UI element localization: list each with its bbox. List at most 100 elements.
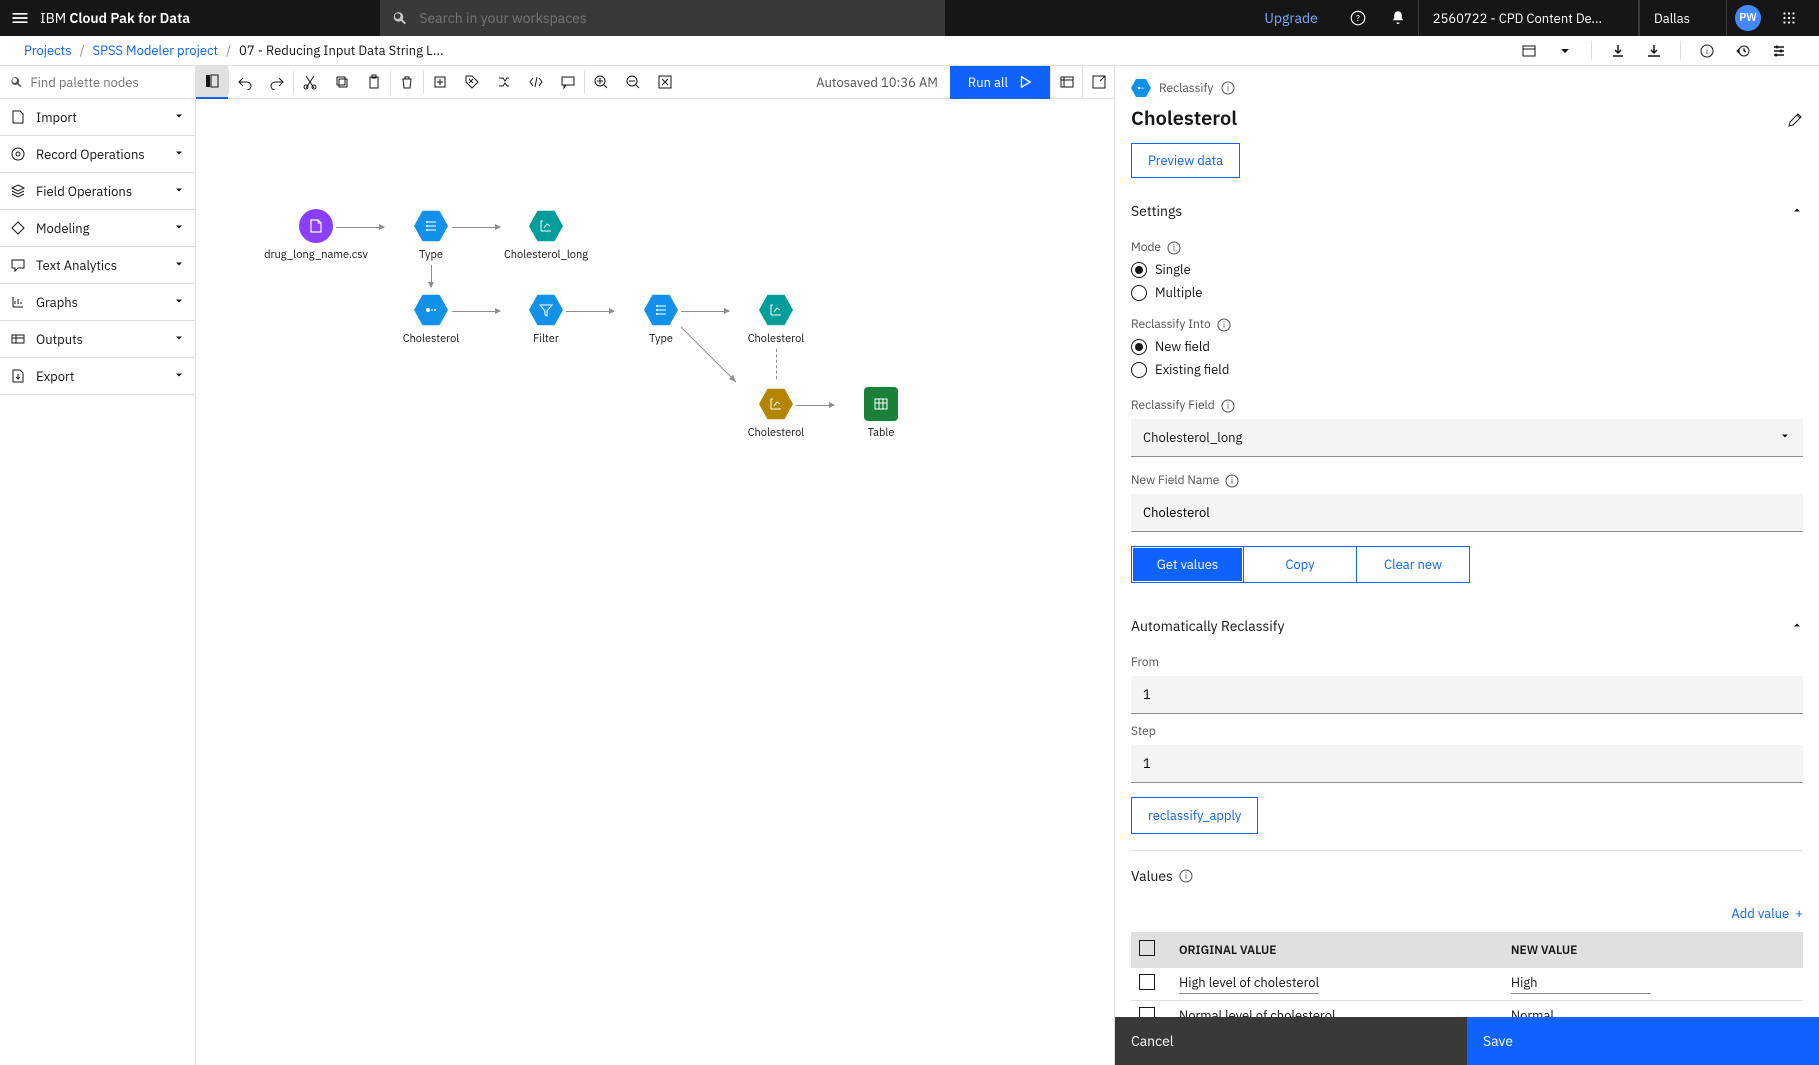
avatar[interactable]: PW <box>1735 5 1761 31</box>
node-label: drug_long_name.csv <box>256 249 376 262</box>
help-icon[interactable]: ? <box>1338 0 1378 36</box>
radio-label: Existing field <box>1155 361 1229 378</box>
palette-cat-outputs[interactable]: Outputs <box>0 321 195 358</box>
add-value-label: Add value <box>1731 905 1789 922</box>
node-source[interactable]: drug_long_name.csv <box>256 209 376 262</box>
palette-cat-import[interactable]: Import <box>0 99 195 136</box>
row-checkbox[interactable] <box>1139 1007 1155 1017</box>
reclassify-apply-button[interactable]: reclassify_apply <box>1131 797 1258 834</box>
node-label: Type <box>371 249 491 262</box>
select-all-checkbox[interactable] <box>1139 940 1155 956</box>
code-button[interactable] <box>520 66 552 99</box>
palette-cat-export[interactable]: Export <box>0 358 195 395</box>
upgrade-link[interactable]: Upgrade <box>1264 9 1317 27</box>
node-chol3[interactable]: Cholesterol <box>716 387 836 440</box>
palette-search[interactable] <box>0 66 195 99</box>
flow-canvas[interactable]: drug_long_name.csv Type Cholesterol_long… <box>196 99 1114 1065</box>
expand-button[interactable] <box>1082 66 1114 99</box>
crumb-projects[interactable]: Projects <box>24 42 72 59</box>
zoom-out-button[interactable] <box>617 66 649 99</box>
global-search[interactable] <box>380 0 945 36</box>
node-table[interactable]: Table <box>821 387 941 440</box>
palette-cat-modeling[interactable]: Modeling <box>0 210 195 247</box>
import-icon[interactable] <box>1602 36 1634 66</box>
step-label: Step <box>1131 724 1156 739</box>
info-icon[interactable]: i <box>1691 36 1723 66</box>
download-icon[interactable] <box>1638 36 1670 66</box>
region-selector[interactable]: Dallas <box>1639 0 1727 36</box>
cancel-button[interactable]: Cancel <box>1115 1017 1467 1065</box>
supernode-button[interactable] <box>424 66 456 99</box>
new-value-cell[interactable]: Normal <box>1511 1007 1651 1017</box>
palette-cat-field[interactable]: Field Operations <box>0 173 195 210</box>
palette-cat-graphs[interactable]: Graphs <box>0 284 195 321</box>
copy-button[interactable]: Copy <box>1244 546 1357 583</box>
account-selector[interactable]: 2560722 - CPD Content De... <box>1418 0 1639 36</box>
settings-section[interactable]: Settings <box>1131 186 1803 230</box>
info-icon[interactable]: i <box>1217 318 1231 332</box>
hamburger-icon[interactable] <box>10 8 30 28</box>
new-value-cell[interactable]: High <box>1511 974 1651 994</box>
node-type-icon <box>1131 78 1151 98</box>
add-value-link[interactable]: Add value+ <box>1131 905 1803 922</box>
info-icon[interactable]: i <box>1221 399 1235 413</box>
node-filter[interactable]: Filter <box>486 293 606 346</box>
run-all-label: Run all <box>968 74 1008 91</box>
original-value-cell[interactable]: High level of cholesterol <box>1179 974 1319 994</box>
reclassify-field-select[interactable]: Cholesterol_long <box>1131 419 1803 457</box>
cut-button[interactable] <box>294 66 326 99</box>
comment-button[interactable] <box>552 66 584 99</box>
palette-toggle[interactable] <box>196 66 228 99</box>
radio-label: Single <box>1155 261 1191 278</box>
undo-button[interactable] <box>229 66 261 99</box>
info-icon[interactable]: i <box>1179 869 1193 883</box>
new-field-name-input[interactable] <box>1131 494 1803 532</box>
get-values-button[interactable]: Get values <box>1131 546 1244 583</box>
chevron-down-icon <box>173 183 185 200</box>
app-switcher-icon[interactable] <box>1769 0 1809 36</box>
original-value-cell[interactable]: Normal level of cholesterol <box>1179 1007 1336 1017</box>
palette-cat-text[interactable]: Text Analytics <box>0 247 195 284</box>
into-new-radio[interactable]: New field <box>1131 338 1803 355</box>
paste-button[interactable] <box>358 66 390 99</box>
info-icon[interactable]: i <box>1167 241 1181 255</box>
row-checkbox[interactable] <box>1139 974 1155 990</box>
into-existing-radio[interactable]: Existing field <box>1131 361 1803 378</box>
arrange-button[interactable] <box>488 66 520 99</box>
palette-cat-label: Field Operations <box>36 183 132 200</box>
edit-icon[interactable] <box>1787 112 1803 132</box>
save-button[interactable]: Save <box>1467 1017 1819 1065</box>
palette-cat-record[interactable]: Record Operations <box>0 136 195 173</box>
view-messages-button[interactable] <box>1050 66 1082 99</box>
node-chol1[interactable]: Cholesterol <box>371 293 491 346</box>
copy-button[interactable] <box>326 66 358 99</box>
from-input[interactable] <box>1131 676 1803 714</box>
zoom-in-button[interactable] <box>585 66 617 99</box>
redo-button[interactable] <box>261 66 293 99</box>
preview-data-button[interactable]: Preview data <box>1131 143 1240 178</box>
run-all-button[interactable]: Run all <box>950 66 1050 99</box>
info-icon[interactable]: i <box>1221 81 1235 95</box>
settings-icon[interactable] <box>1763 36 1795 66</box>
mode-single-radio[interactable]: Single <box>1131 261 1803 278</box>
values-section[interactable]: Valuesi <box>1131 850 1803 895</box>
remove-tag-button[interactable] <box>456 66 488 99</box>
info-icon[interactable]: i <box>1225 474 1239 488</box>
step-input[interactable] <box>1131 745 1803 783</box>
asset-icon[interactable] <box>1513 36 1545 66</box>
zoom-fit-button[interactable] <box>649 66 681 99</box>
node-type1[interactable]: Type <box>371 209 491 262</box>
region-label: Dallas <box>1654 10 1690 27</box>
auto-reclassify-section[interactable]: Automatically Reclassify <box>1131 601 1803 645</box>
history-icon[interactable] <box>1727 36 1759 66</box>
mode-multiple-radio[interactable]: Multiple <box>1131 284 1803 301</box>
notifications-icon[interactable] <box>1378 0 1418 36</box>
chevron-down-icon[interactable] <box>1549 36 1581 66</box>
clear-new-button[interactable]: Clear new <box>1357 546 1470 583</box>
palette-search-input[interactable] <box>30 74 185 91</box>
node-chol-long[interactable]: Cholesterol_long <box>486 209 606 262</box>
global-search-input[interactable] <box>419 9 933 27</box>
delete-button[interactable] <box>391 66 423 99</box>
crumb-modeler[interactable]: SPSS Modeler project <box>93 42 219 59</box>
chevron-up-icon <box>1791 202 1803 220</box>
